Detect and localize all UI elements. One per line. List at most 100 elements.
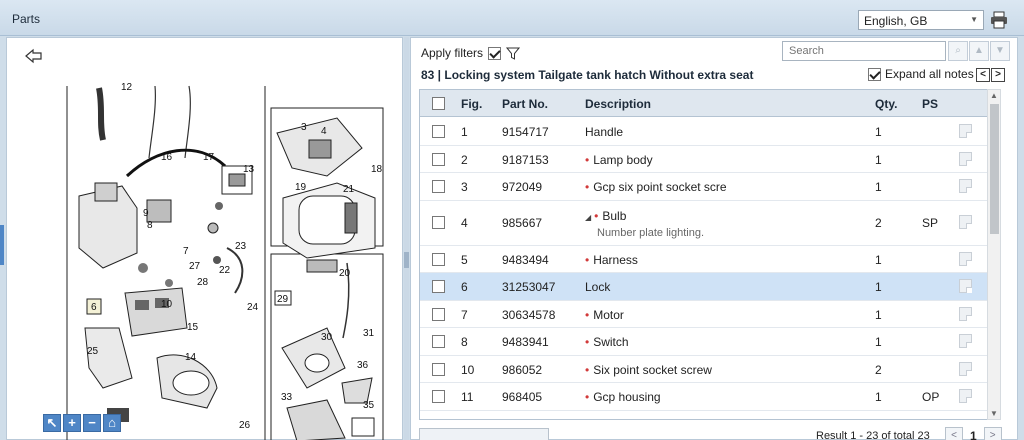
parts-diagram[interactable]: 12 16 17 9 8 7 13 23 22 27 28 6 10 24 15… (7, 78, 402, 440)
row-part-no[interactable]: 9154717 (502, 125, 549, 139)
row-checkbox[interactable] (432, 390, 445, 403)
svg-text:6: 6 (91, 302, 97, 313)
row-checkbox[interactable] (432, 362, 445, 376)
zoom-in-button[interactable]: + (63, 414, 81, 432)
bullet-icon: • (585, 252, 590, 267)
row-part-no[interactable]: 9483494 (502, 253, 549, 267)
row-checkbox[interactable] (432, 335, 445, 348)
header-ps[interactable]: PS (922, 97, 938, 111)
diagram-panel: 12 16 17 9 8 7 13 23 22 27 28 6 10 24 15… (6, 37, 403, 440)
row-checkbox[interactable] (432, 215, 445, 229)
select-all-checkbox[interactable] (432, 97, 445, 110)
note-icon[interactable] (959, 214, 972, 229)
header-description[interactable]: Description (585, 97, 651, 111)
row-fig: 4 (461, 215, 468, 230)
note-icon[interactable] (959, 306, 972, 321)
row-part-no[interactable]: 9187153 (502, 153, 549, 167)
search-input[interactable] (782, 41, 946, 61)
note-icon[interactable] (959, 361, 972, 376)
row-part-no[interactable]: 972049 (502, 180, 542, 194)
row-part-no[interactable]: 31253047 (502, 280, 555, 294)
row-checkbox[interactable] (432, 152, 445, 166)
row-checkbox[interactable] (432, 125, 445, 138)
zoom-toolbar: ↖ + − ⌂ (43, 414, 121, 432)
row-checkbox[interactable] (432, 307, 445, 321)
svg-text:19: 19 (295, 182, 307, 193)
bullet-icon: • (594, 208, 599, 223)
svg-text:28: 28 (197, 277, 209, 288)
search-icon[interactable]: ⌕ (948, 41, 968, 61)
apply-filters: Apply filters (421, 46, 521, 60)
table-row[interactable]: 5 9483494 • Harness 1 (420, 245, 994, 273)
table-row[interactable]: 10 986052 • Six point socket screw 2 (420, 355, 994, 383)
table-row[interactable]: 8 9483941 • Switch 1 (420, 328, 994, 356)
table-row[interactable]: 11 968405 • Gcp housing 1 OP (420, 383, 994, 411)
svg-text:7: 7 (183, 246, 189, 257)
expand-notes-label: Expand all notes (885, 67, 974, 81)
row-checkbox[interactable] (432, 180, 445, 193)
row-fig: 5 (461, 252, 468, 267)
row-description: Lock (585, 280, 610, 294)
row-part-no[interactable]: 986052 (502, 363, 542, 377)
expand-triangle-icon[interactable]: ◢ (585, 213, 591, 222)
note-icon[interactable] (959, 334, 972, 348)
row-checkbox[interactable] (432, 252, 445, 266)
header-part-no[interactable]: Part No. (502, 97, 548, 111)
svg-text:29: 29 (277, 294, 289, 305)
select-tool-button[interactable]: ↖ (43, 414, 61, 432)
table-row[interactable]: 2 9187153 • Lamp body 1 (420, 145, 994, 173)
scroll-down-icon[interactable]: ▼ (990, 409, 998, 418)
language-select[interactable]: English, GB ▼ (858, 10, 984, 30)
svg-text:27: 27 (189, 261, 201, 272)
next-page-button[interactable]: > (983, 427, 1002, 440)
table-row[interactable]: 3 972049 • Gcp six point socket scre 1 (420, 173, 994, 201)
note-icon[interactable] (959, 251, 972, 266)
row-description-text: Bulb (602, 208, 627, 223)
section-heading: 83 | Locking system Tailgate tank hatch … (421, 68, 754, 82)
row-part-no[interactable]: 9483941 (502, 335, 549, 349)
filter-icon[interactable] (506, 47, 521, 60)
header-qty[interactable]: Qty. (875, 97, 897, 111)
table-scrollbar[interactable]: ▲ ▼ (987, 89, 1001, 420)
collapse-left-handle[interactable] (0, 225, 4, 265)
row-part-no[interactable]: 968405 (502, 390, 542, 404)
expand-notes-checkbox[interactable] (868, 67, 881, 81)
note-icon[interactable] (959, 389, 972, 403)
previous-page-button[interactable]: < (945, 427, 963, 440)
row-part-no[interactable]: 30634578 (502, 308, 555, 322)
svg-text:30: 30 (321, 332, 333, 343)
back-arrow-icon[interactable] (25, 48, 43, 64)
svg-text:16: 16 (161, 152, 173, 163)
parts-list-panel: Apply filters ⌕ ▲ ▼ 83 | Locking system … (410, 37, 1018, 440)
row-description-text: Six point socket screw (593, 362, 712, 377)
table-row[interactable]: 1 9154717 Handle 1 (420, 118, 994, 146)
panel-splitter[interactable] (404, 37, 409, 440)
svg-text:12: 12 (121, 82, 133, 93)
zoom-out-button[interactable]: − (83, 414, 101, 432)
note-icon[interactable] (959, 151, 972, 166)
note-icon[interactable] (959, 179, 972, 193)
row-checkbox[interactable] (432, 280, 445, 293)
printer-icon[interactable] (989, 10, 1009, 30)
home-button[interactable]: ⌂ (103, 414, 121, 432)
header-fig[interactable]: Fig. (461, 97, 482, 111)
row-qty: 1 (875, 180, 882, 194)
svg-text:9: 9 (143, 208, 149, 219)
table-row[interactable]: 6 31253047 Lock 1 (420, 273, 994, 301)
table-row[interactable]: 4 985667 ◢ • Bulb Number plate lighting. 2 SP (420, 200, 994, 246)
next-section-button[interactable]: > (991, 68, 1005, 82)
previous-result-button[interactable]: ▲ (969, 41, 989, 61)
note-icon[interactable] (959, 279, 972, 293)
scroll-up-icon[interactable]: ▲ (990, 91, 998, 100)
apply-filters-checkbox[interactable] (488, 46, 502, 60)
previous-section-button[interactable]: < (976, 68, 990, 82)
table-row[interactable]: 7 30634578 • Motor 1 (420, 300, 994, 328)
scrollbar-thumb[interactable] (990, 104, 999, 234)
row-description: • Lamp body (585, 153, 653, 167)
footer-button[interactable] (419, 428, 549, 440)
row-part-no[interactable]: 985667 (502, 216, 542, 230)
note-icon[interactable] (959, 124, 972, 138)
splitter-grip[interactable] (404, 252, 409, 268)
next-result-button[interactable]: ▼ (990, 41, 1010, 61)
row-note: Number plate lighting. (597, 226, 705, 239)
